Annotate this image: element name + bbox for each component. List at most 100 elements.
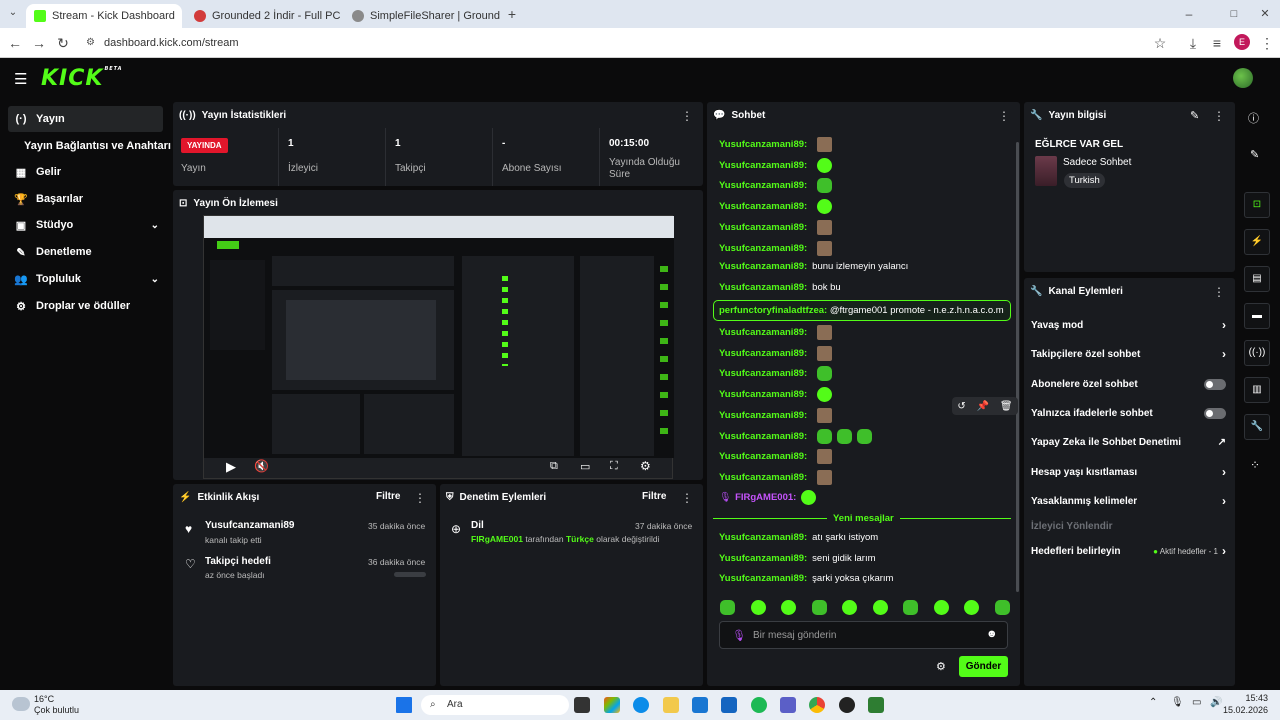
edge-icon[interactable] [633,697,649,713]
quick-emote[interactable] [842,600,858,615]
sidebar-item-basarilar[interactable]: 🏆 Başarılar [8,186,163,212]
chat-username[interactable]: FIRgAME001: [735,492,796,503]
banned-words-item[interactable]: Yasaklanmış kelimeler › [1031,493,1226,509]
settings-gear-icon[interactable]: ⚙ [640,459,651,473]
quick-emote[interactable] [781,600,797,615]
chat-message[interactable]: Yusufcanzamani89: [719,325,833,340]
chat-message[interactable]: Yusufcanzamani89: [719,387,833,403]
quick-emote[interactable] [964,600,980,615]
play-icon[interactable]: ▶ [226,459,236,475]
pip-icon[interactable]: ⧉ [550,460,558,473]
more-options-icon[interactable]: ⋮ [681,109,693,123]
slow-mode-item[interactable]: Yavaş mod › [1031,317,1226,333]
browser-tab-filesharer[interactable]: SimpleFileSharer | Grounded.2-... ✕ [344,4,500,28]
chat-message[interactable]: Yusufcanzamani89: [719,345,833,361]
chat-message[interactable]: Yusufcanzamani89: [719,407,833,423]
chat-username[interactable]: Yusufcanzamani89: [719,532,807,543]
chat-username[interactable]: Yusufcanzamani89: [719,261,807,272]
emote[interactable] [857,428,873,444]
emote[interactable] [817,219,833,235]
bolt-icon[interactable]: ⚡ [1244,229,1270,255]
site-info-icon[interactable]: ⚙ [86,33,95,53]
spotify-icon[interactable] [751,697,767,713]
taskbar-search[interactable]: ⌕ Ara [421,695,569,715]
emote[interactable] [817,137,833,152]
quick-emote[interactable] [903,600,919,615]
download-icon[interactable]: ⤓ [1184,34,1202,52]
reload-icon[interactable]: ↻ [54,34,72,52]
microphone-icon[interactable]: 🎙 [1171,697,1184,708]
broadcast-icon[interactable]: ((·)) [1244,340,1270,366]
chat-username[interactable]: Yusufcanzamani89: [719,431,807,442]
more-options-icon[interactable]: ⋮ [998,109,1010,123]
chat-username[interactable]: Yusufcanzamani89: [719,573,807,584]
edit-pencil-icon[interactable]: ✎ [1250,148,1259,161]
emote[interactable] [837,428,853,444]
chat-message[interactable]: Yusufcanzamani89: [719,137,833,152]
sidebar-item-denetleme[interactable]: ✎ Denetleme [8,239,163,265]
emote[interactable] [801,490,817,505]
chat-message[interactable]: Yusufcanzamani89: [719,219,833,235]
chat-username[interactable]: Yusufcanzamani89: [719,348,807,359]
chat-username[interactable]: Yusufcanzamani89: [719,222,807,233]
emote[interactable] [817,199,833,215]
subscribers-only-toggle[interactable] [1204,378,1226,390]
clock-time[interactable]: 15:43 [1226,693,1268,703]
file-explorer-icon[interactable] [663,697,679,713]
emote[interactable] [817,178,833,194]
store-icon[interactable] [692,697,708,713]
chat-message[interactable]: Yusufcanzamani89: [719,178,833,194]
quick-emote[interactable] [750,600,766,615]
account-age-item[interactable]: Hesap yaşı kısıtlaması › [1031,464,1226,480]
sidebar-item-droplar[interactable]: ⚙ Droplar ve ödüller [8,293,163,319]
quick-emote[interactable] [872,600,888,615]
followers-only-item[interactable]: Takipçilere özel sohbet › [1031,346,1226,362]
browser-menu-icon[interactable]: ⋮ [1258,34,1276,52]
task-view-icon[interactable] [574,697,590,713]
chat-message[interactable]: Yusufcanzamani89: [719,449,833,465]
emote[interactable] [817,469,833,485]
microphone-icon[interactable]: 🎙 [732,629,746,642]
chat-message[interactable]: Yusufcanzamani89: atı şarkı istiyom [719,532,878,543]
chat-username[interactable]: Yusufcanzamani89: [719,139,807,150]
chat-message[interactable]: Yusufcanzamani89: [719,469,833,485]
close-window-button[interactable]: ✕ [1256,5,1274,23]
chat-username[interactable]: Yusufcanzamani89: [719,553,807,564]
quick-emote[interactable] [994,600,1010,615]
more-options-icon[interactable]: ⋮ [1213,109,1225,123]
apps-icon[interactable]: ⁘ [1250,458,1260,472]
chat-message[interactable]: Yusufcanzamani89: [719,366,833,382]
tab-search-icon[interactable]: ⌄ [4,4,22,22]
delete-icon[interactable]: 🗑 [1000,401,1013,412]
emote[interactable] [817,157,833,173]
clock-date[interactable]: 15.02.2026 [1222,705,1268,715]
windows-start-icon[interactable] [396,697,412,713]
maximize-button[interactable]: □ [1225,5,1243,23]
kick-logo[interactable]: KICKBETA [41,66,123,91]
chat-username[interactable]: Yusufcanzamani89: [719,282,807,293]
tray-chevron-icon[interactable]: ⌃ [1149,697,1157,708]
info-icon[interactable]: ⓘ [1248,110,1259,126]
quick-emote[interactable] [933,600,949,615]
emote[interactable] [817,325,833,340]
chat-username[interactable]: Yusufcanzamani89: [719,410,807,421]
emote[interactable] [817,449,833,465]
ai-moderation-item[interactable]: Yapay Zeka ile Sohbet Denetimi ↗ [1031,434,1226,450]
filter-button[interactable]: Filtre [642,491,666,502]
chat-username[interactable]: Yusufcanzamani89: [719,389,807,400]
chat-message[interactable]: Yusufcanzamani89: bunu izlemeyin yalancı [719,261,908,272]
game-icon[interactable] [868,697,884,713]
sidebar-item-gelir[interactable]: ▦ Gelir [8,159,163,185]
chat-username[interactable]: Yusufcanzamani89: [719,368,807,379]
chat-username[interactable]: Yusufcanzamani89: [719,201,807,212]
layout-icon[interactable]: ▥ [1244,377,1270,403]
quick-emote[interactable] [811,600,827,615]
close-tab-icon[interactable]: ✕ [181,10,182,23]
browser-tab-kick[interactable]: Stream - Kick Dashboard ✕ [26,4,182,28]
chat-settings-gear-icon[interactable]: ⚙ [936,660,946,673]
chat-message[interactable]: Yusufcanzamani89: [719,240,833,256]
chat-username[interactable]: Yusufcanzamani89: [719,472,807,483]
filter-button[interactable]: Filtre [376,491,400,502]
outlook-icon[interactable] [721,697,737,713]
chat-message-highlighted[interactable]: perfunctoryfinaladtfzea: @ftrgame001 pro… [713,300,1011,321]
